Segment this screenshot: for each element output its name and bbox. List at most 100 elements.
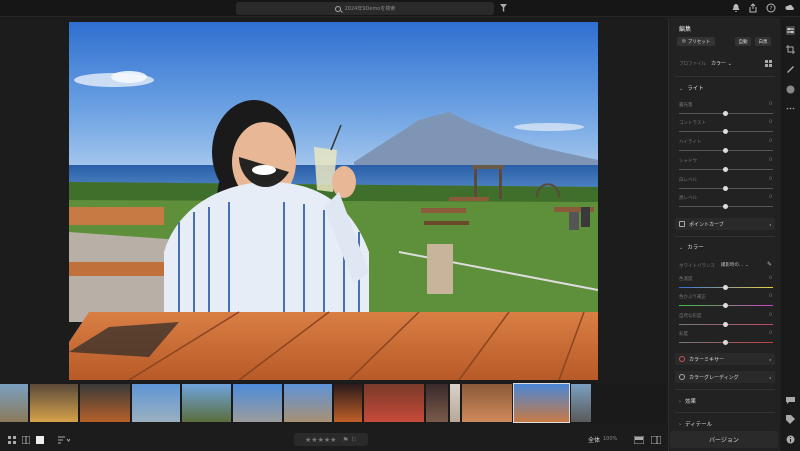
color-grading-icon: [679, 374, 685, 380]
chevron-down-icon: ⌄: [679, 245, 684, 251]
search-icon: [334, 5, 341, 12]
chevron-down-icon: ⌄: [679, 86, 684, 92]
share-icon[interactable]: [748, 3, 758, 13]
version-button[interactable]: バージョン: [670, 431, 778, 448]
light-section-header[interactable]: ⌄ ライト: [679, 84, 704, 92]
cloud-icon[interactable]: [785, 3, 795, 13]
curve-icon: [679, 221, 685, 227]
presets-label: プリセット: [687, 39, 711, 45]
help-icon[interactable]: ?: [766, 3, 776, 13]
thumbnail[interactable]: [571, 384, 591, 422]
thumbnail[interactable]: [364, 384, 424, 422]
thumbnail[interactable]: [426, 384, 448, 422]
square-grid-icon[interactable]: [22, 436, 30, 444]
slider-value: 0: [769, 294, 772, 299]
slider-label: 色かぶり補正: [679, 295, 706, 300]
light-title: ライト: [687, 86, 704, 92]
thumbnail-selected[interactable]: [513, 383, 570, 423]
thumbnail[interactable]: [30, 384, 78, 422]
color-grading-row[interactable]: カラーグレーディング ◂: [675, 371, 775, 383]
thumbnail[interactable]: [284, 384, 332, 422]
grid-view-icon[interactable]: [8, 436, 16, 444]
slider-value: 0: [769, 139, 772, 144]
filter-icon[interactable]: [500, 4, 507, 12]
thumbnail[interactable]: [80, 384, 130, 422]
slider-value: 0: [769, 158, 772, 163]
color-grading-label: カラーグレーディング: [689, 374, 739, 381]
slider-label: 黒レベル: [679, 196, 697, 201]
thumbnail[interactable]: [450, 384, 460, 422]
chevron-right-icon: ›: [679, 399, 681, 405]
thumbnail[interactable]: [233, 384, 282, 422]
slider-value: 0: [769, 177, 772, 182]
auto-button[interactable]: 自動: [735, 37, 751, 46]
slider-value: 0: [769, 276, 772, 281]
search-input[interactable]: 2024年9Demoを検索: [236, 2, 494, 15]
info-icon[interactable]: [786, 435, 795, 444]
effects-section-header[interactable]: › 効果: [679, 397, 696, 405]
slider-knob[interactable]: [723, 322, 728, 327]
slider-knob[interactable]: [723, 204, 728, 209]
zoom-value[interactable]: 100%: [603, 436, 617, 442]
thumbnail[interactable]: [182, 384, 231, 422]
thumbnail[interactable]: [334, 384, 362, 422]
presets-button[interactable]: ◎ プリセット: [677, 37, 715, 46]
sort-icon[interactable]: [58, 436, 70, 444]
color-mixer-icon: [679, 356, 685, 362]
slider-label: シャドウ: [679, 159, 697, 164]
slider-label: ハイライト: [679, 140, 702, 145]
slider-label: 色温度: [679, 277, 693, 282]
profile-browser-icon[interactable]: [765, 60, 772, 67]
edit-sliders-icon[interactable]: [786, 26, 795, 35]
healing-icon[interactable]: [786, 65, 795, 74]
panel-title: 編集: [679, 26, 692, 33]
tag-icon[interactable]: [786, 415, 795, 424]
slider-knob[interactable]: [723, 340, 728, 345]
slider-knob[interactable]: [723, 148, 728, 153]
color-section-header[interactable]: ⌄ カラー: [679, 243, 704, 251]
point-curve-row[interactable]: ポイントカーブ ◂: [675, 218, 775, 230]
masking-icon[interactable]: [786, 85, 795, 94]
slider-knob[interactable]: [723, 186, 728, 191]
slider-label: 露光量: [679, 103, 693, 108]
star-rating[interactable]: ★★★★★ ⚑ ⚐: [294, 433, 368, 446]
crop-icon[interactable]: [786, 45, 795, 54]
thumbnail[interactable]: [0, 384, 28, 422]
chevron-left-icon: ◂: [768, 221, 771, 227]
bw-button[interactable]: 白黒: [755, 37, 771, 46]
detail-section-header[interactable]: › ディテール: [679, 420, 712, 428]
single-view-icon[interactable]: [36, 436, 44, 444]
thumbnail[interactable]: [462, 384, 512, 422]
slider-label: 彩度: [679, 332, 688, 337]
slider-value: 0: [769, 195, 772, 200]
point-curve-label: ポイントカーブ: [689, 221, 724, 228]
comment-icon[interactable]: [786, 396, 795, 405]
slider-knob[interactable]: [723, 167, 728, 172]
fit-label[interactable]: 全体: [588, 435, 600, 444]
bottom-toolbar: ★★★★★ ⚑ ⚐ 全体 100%: [0, 428, 668, 451]
thumbnail[interactable]: [132, 384, 180, 422]
color-mixer-row[interactable]: カラーミキサー ◂: [675, 353, 775, 365]
detail-title: ディテール: [685, 422, 713, 428]
divider: [675, 236, 775, 237]
split-view-icon[interactable]: [651, 436, 661, 444]
filmstrip: [0, 383, 667, 423]
slider-knob[interactable]: [723, 129, 728, 134]
slider-label: 自然な彩度: [679, 314, 702, 319]
top-bar: 2024年9Demoを検索 ?: [0, 0, 800, 17]
eyedropper-icon[interactable]: ✎: [767, 261, 772, 268]
slider-knob[interactable]: [723, 111, 728, 116]
more-icon[interactable]: [786, 104, 795, 113]
reject-flag-icon[interactable]: ⚐: [351, 436, 357, 444]
slider-knob[interactable]: [723, 303, 728, 308]
profile-select[interactable]: カラー ⌄: [711, 60, 732, 67]
slider-label: 白レベル: [679, 178, 697, 183]
profile-value: カラー: [711, 61, 727, 67]
slider-value: 0: [769, 102, 772, 107]
bell-icon[interactable]: [731, 3, 741, 13]
compare-icon[interactable]: [634, 436, 644, 444]
slider-knob[interactable]: [723, 285, 728, 290]
wb-select[interactable]: 撮影時の… ⌄: [721, 262, 749, 268]
flag-icon[interactable]: ⚑: [342, 436, 348, 444]
rating-stars[interactable]: ★★★★★: [305, 436, 336, 444]
